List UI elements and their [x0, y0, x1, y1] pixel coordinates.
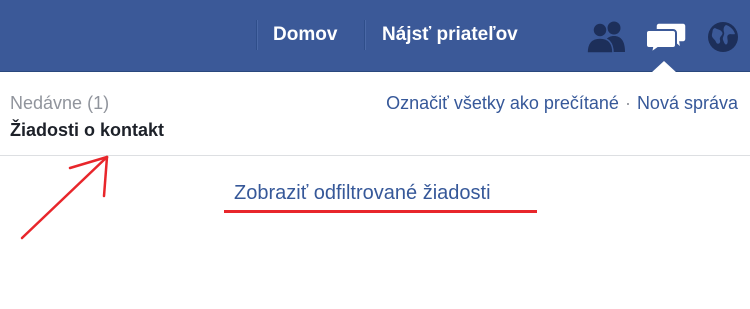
annotation-arrow	[20, 155, 109, 240]
